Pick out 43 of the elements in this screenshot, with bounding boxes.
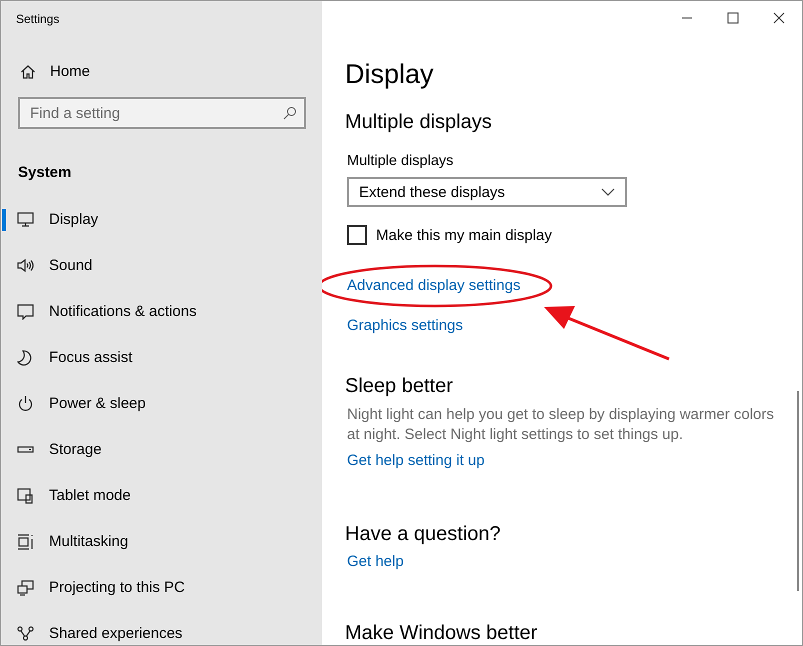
sidebar-item[interactable]: Power & sleep bbox=[1, 380, 322, 426]
link[interactable]: Get help bbox=[347, 553, 404, 570]
chevron-down-icon bbox=[601, 188, 615, 196]
sidebar-item[interactable]: Focus assist bbox=[1, 334, 322, 380]
section-heading: Multiple displays bbox=[345, 111, 492, 134]
scrollbar[interactable] bbox=[797, 391, 799, 591]
link[interactable]: Get help setting it up bbox=[347, 452, 485, 469]
sidebar-item[interactable]: Projecting to this PC bbox=[1, 564, 322, 610]
moon-icon bbox=[16, 348, 34, 366]
checkbox-label: Make this my main display bbox=[376, 226, 552, 244]
sidebar-item[interactable]: Multitasking bbox=[1, 518, 322, 564]
sidebar-item[interactable]: Sound bbox=[1, 242, 322, 288]
share-icon bbox=[16, 624, 34, 642]
multitasking-icon bbox=[16, 532, 34, 550]
description-text: Night light can help you get to sleep by displaying warmer colors at night. Select Night light settings to set things up. bbox=[347, 405, 775, 445]
link[interactable]: Graphics settings bbox=[347, 317, 463, 334]
page-title: Display bbox=[345, 59, 434, 90]
speaker-icon bbox=[16, 256, 34, 274]
tablet-icon bbox=[16, 486, 34, 504]
sidebar-item[interactable]: Storage bbox=[1, 426, 322, 472]
section-heading: Make Windows better bbox=[345, 622, 538, 645]
power-icon bbox=[16, 394, 34, 412]
section-heading: System bbox=[18, 164, 72, 181]
home-icon bbox=[20, 64, 36, 80]
projector-icon bbox=[16, 578, 34, 596]
checkbox[interactable] bbox=[347, 225, 367, 245]
section-heading: Have a question? bbox=[345, 523, 501, 546]
dropdown[interactable]: Extend these displays bbox=[347, 177, 627, 207]
sidebar-item[interactable]: Display bbox=[1, 196, 322, 242]
section-heading: Sleep better bbox=[345, 375, 453, 398]
monitor-icon bbox=[16, 210, 34, 228]
link[interactable]: Advanced display settings bbox=[347, 277, 520, 294]
search-field[interactable]: Find a setting bbox=[18, 97, 306, 129]
maximize-icon[interactable] bbox=[727, 12, 739, 24]
speech-bubble-icon bbox=[16, 302, 34, 320]
sidebar-item[interactable]: Tablet mode bbox=[1, 472, 322, 518]
field-label: Multiple displays bbox=[347, 153, 454, 169]
search-icon bbox=[283, 106, 297, 120]
home-link[interactable]: Home bbox=[20, 63, 90, 80]
close-icon[interactable] bbox=[773, 12, 785, 24]
window-title: Settings bbox=[16, 12, 60, 26]
sidebar-item[interactable]: Notifications & actions bbox=[1, 288, 322, 334]
sidebar-item[interactable]: Shared experiences bbox=[1, 610, 322, 645]
